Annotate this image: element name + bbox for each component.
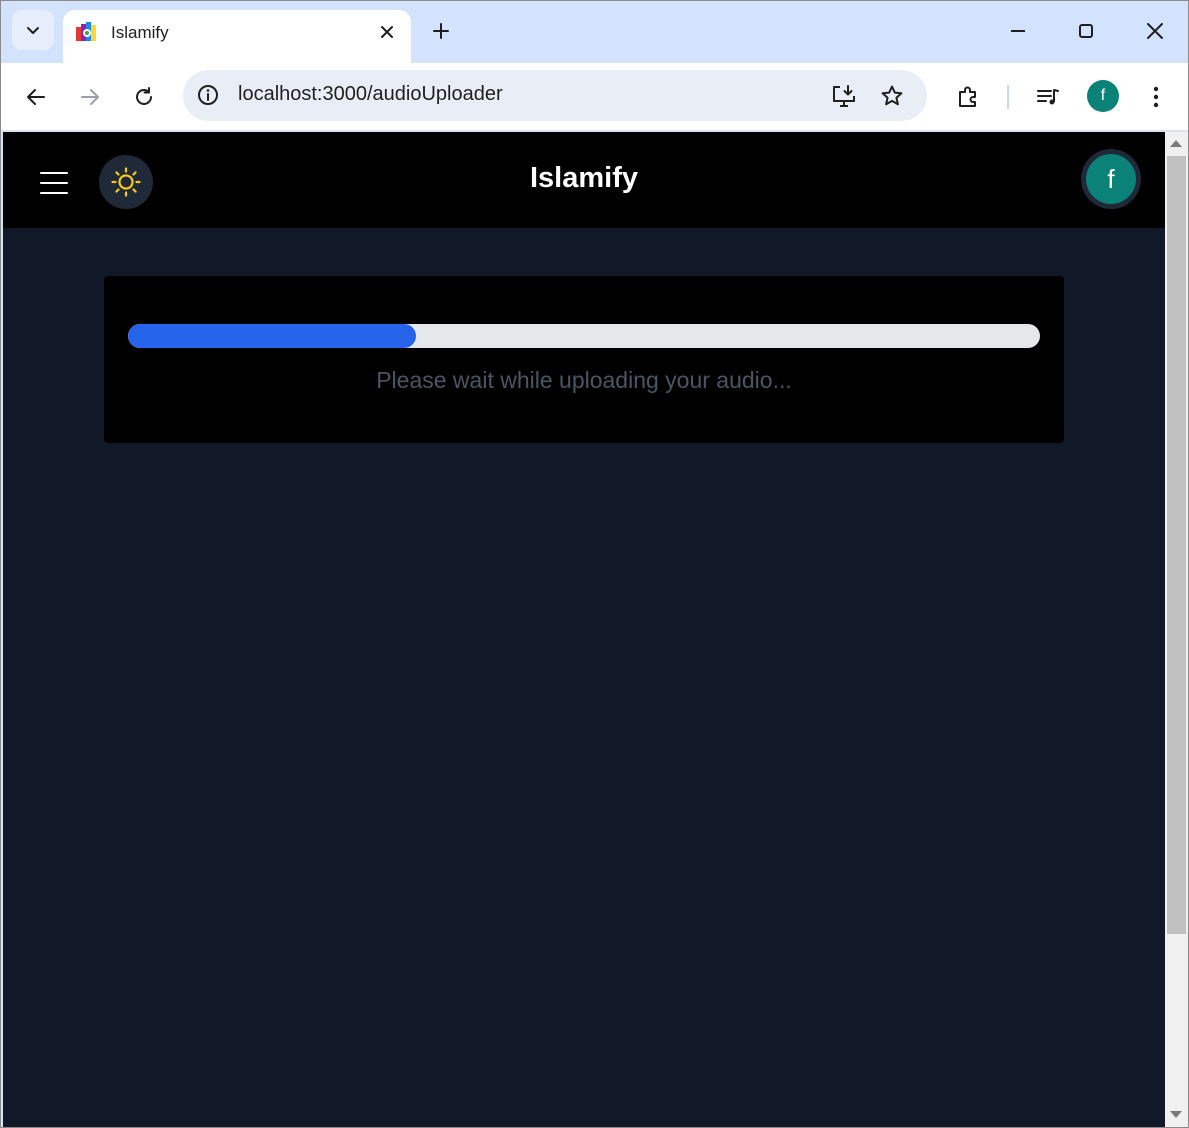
chevron-down-icon bbox=[27, 27, 39, 34]
minimize-button[interactable] bbox=[998, 13, 1038, 49]
scrollbar-thumb[interactable] bbox=[1167, 156, 1186, 934]
star-icon bbox=[881, 85, 903, 106]
menu-button[interactable] bbox=[1136, 77, 1176, 117]
app-header: Islamify f bbox=[3, 132, 1165, 228]
site-info-button[interactable] bbox=[195, 82, 221, 108]
toolbar-divider bbox=[1007, 85, 1009, 109]
forward-button[interactable] bbox=[70, 77, 110, 117]
puzzle-icon bbox=[959, 86, 976, 107]
profile-button[interactable]: f bbox=[1087, 80, 1119, 112]
plus-icon bbox=[433, 23, 449, 39]
maximize-button[interactable] bbox=[1066, 13, 1106, 49]
new-tab-button[interactable] bbox=[427, 17, 455, 45]
reload-icon bbox=[136, 87, 152, 105]
extensions-button[interactable] bbox=[948, 77, 988, 117]
arrow-left-icon bbox=[27, 89, 45, 105]
page-viewport: Islamify f Please wait while uploading y… bbox=[3, 132, 1165, 1127]
media-controls-button[interactable] bbox=[1028, 77, 1068, 117]
reload-button[interactable] bbox=[124, 77, 164, 117]
close-window-button[interactable] bbox=[1135, 13, 1175, 49]
more-vertical-icon bbox=[1153, 86, 1159, 108]
info-icon bbox=[198, 85, 218, 105]
close-icon bbox=[381, 26, 393, 38]
user-avatar-button[interactable]: f bbox=[1081, 149, 1141, 209]
address-bar[interactable]: localhost:3000/audioUploader bbox=[183, 70, 927, 121]
close-icon bbox=[1147, 23, 1163, 39]
back-button[interactable] bbox=[16, 77, 56, 117]
islamify-favicon-icon bbox=[76, 22, 96, 41]
upload-status-text: Please wait while uploading your audio..… bbox=[376, 367, 792, 393]
scroll-down-arrow-icon[interactable] bbox=[1170, 1111, 1182, 1118]
browser-toolbar: localhost:3000/audioUploader f bbox=[1, 63, 1188, 131]
scroll-up-arrow-icon[interactable] bbox=[1170, 140, 1182, 147]
arrow-right-icon bbox=[81, 89, 99, 105]
upload-progress-card: Please wait while uploading your audio..… bbox=[104, 276, 1064, 443]
progress-bar-fill bbox=[128, 324, 417, 348]
address-url[interactable]: localhost:3000/audioUploader bbox=[238, 83, 503, 106]
avatar: f bbox=[1086, 154, 1136, 204]
progress-bar-track bbox=[128, 324, 1040, 348]
active-tab[interactable]: Islamify bbox=[63, 10, 411, 63]
tab-close-button[interactable] bbox=[375, 20, 399, 44]
browser-window: Islamify localhost:3000/audioUploader f … bbox=[0, 0, 1189, 1128]
maximize-icon bbox=[1079, 24, 1093, 38]
tab-search-button[interactable] bbox=[12, 10, 54, 50]
bookmark-button[interactable] bbox=[876, 80, 908, 112]
vertical-scrollbar[interactable] bbox=[1165, 132, 1188, 1127]
app-title: Islamify bbox=[530, 162, 638, 194]
tab-strip: Islamify bbox=[1, 1, 1188, 63]
minimize-icon bbox=[1011, 30, 1025, 32]
media-queue-icon bbox=[1037, 89, 1059, 105]
install-app-button[interactable] bbox=[828, 80, 860, 112]
tab-title: Islamify bbox=[111, 23, 169, 42]
install-icon bbox=[833, 85, 855, 107]
